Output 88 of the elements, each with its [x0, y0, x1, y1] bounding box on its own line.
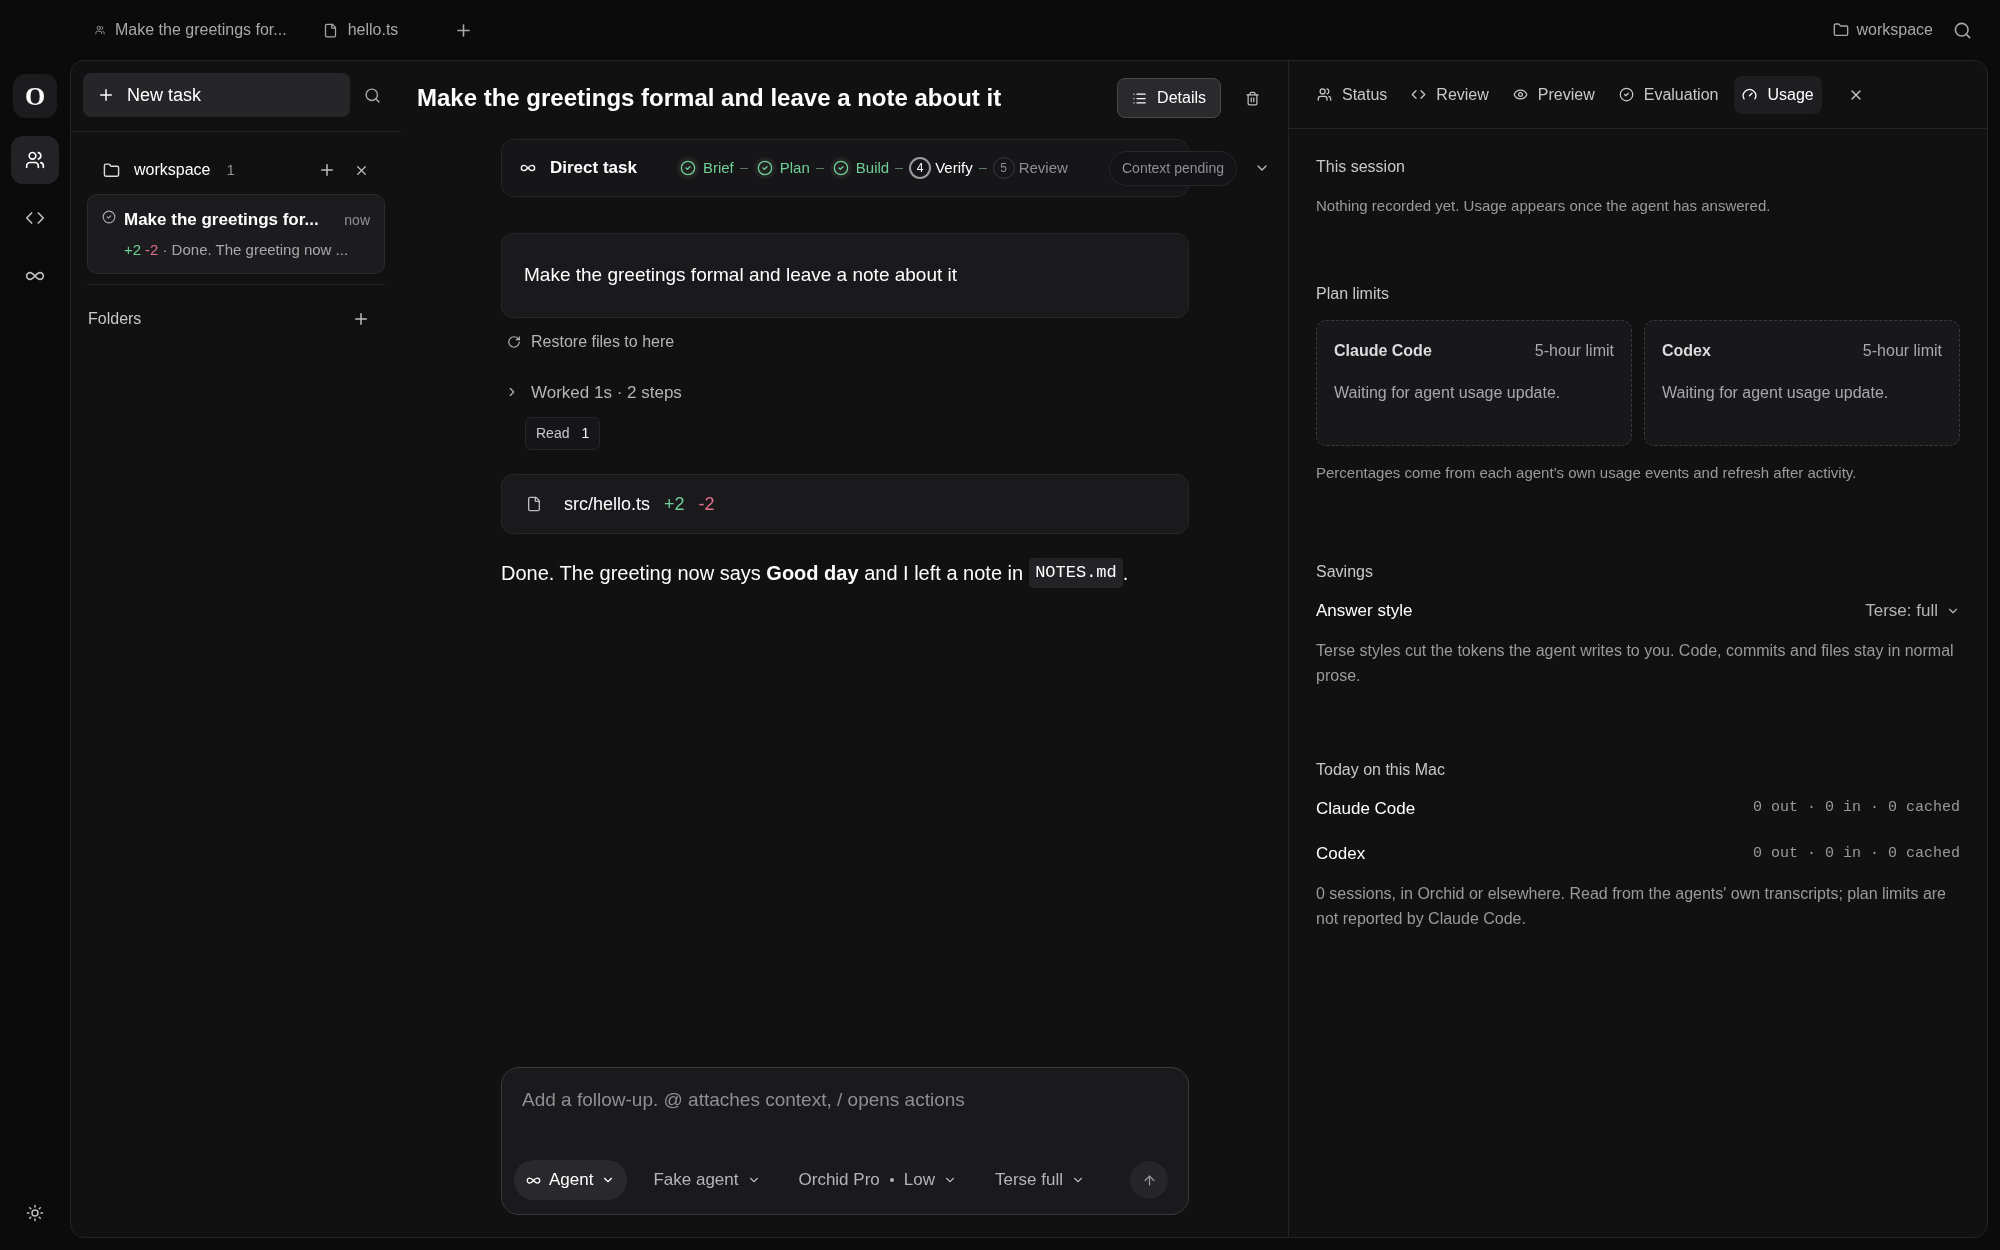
option-dropdown[interactable]: Orchid Pro Low [786, 1160, 969, 1200]
step-label: Plan [779, 157, 810, 178]
limit-window: 5-hour limit [1534, 338, 1614, 363]
task-count: 1 [226, 159, 235, 180]
token-stats: 0 out · 0 in · 0 cached [1752, 798, 1960, 818]
new-task-button[interactable]: New task [83, 73, 350, 117]
workspace-button[interactable]: workspace [1832, 18, 1933, 42]
added-count: +2 [124, 239, 142, 260]
agent-name: Claude Code [1334, 340, 1432, 361]
worked-toggle[interactable]: Worked 1s · 2 steps [505, 379, 682, 405]
inline-code: NOTES.md [1029, 558, 1123, 588]
plus-icon [97, 86, 115, 104]
removed-count: -2 [698, 492, 715, 516]
tool-chip[interactable]: Read 1 [525, 417, 601, 450]
gauge-icon [1742, 87, 1758, 102]
people-icon [1317, 87, 1332, 102]
panel-tab[interactable]: Status [1309, 75, 1396, 114]
file-icon [322, 22, 338, 38]
file-icon [526, 496, 542, 512]
limit-status: Waiting for agent usage update. [1662, 382, 1890, 403]
answer-style-dropdown[interactable]: Terse: full [1865, 598, 1960, 624]
agent-name: Claude Code [1316, 797, 1416, 820]
session-note: Nothing recorded yet. Usage appears once the agent has answered. [1316, 196, 1772, 216]
task-title: Make the greetings for... [124, 209, 319, 231]
panel-tab[interactable]: Evaluation [1610, 75, 1727, 114]
folders-heading: Folders [88, 309, 142, 329]
people-icon [25, 150, 45, 170]
task-item[interactable]: Make the greetings for... now +2 -2 · Done. The greeting now ... [87, 194, 385, 274]
restore-button[interactable]: Restore files to here [507, 329, 675, 354]
follow-up-input[interactable]: Add a follow-up. @ attaches context, / opens actions [514, 1086, 1176, 1115]
task-summary: · Done. The greeting now ... [162, 239, 349, 260]
folder-icon [103, 161, 120, 179]
section-heading: Savings [1316, 562, 1374, 582]
panel-tab[interactable]: Review [1403, 75, 1497, 114]
list-icon [1132, 90, 1148, 106]
task-heading: Make the greetings formal and leave a note about it [417, 83, 1002, 113]
option-dropdown[interactable]: Fake agent [641, 1160, 773, 1200]
savings-note: Terse styles cut the tokens the agent writes to you. Code, commits and files stay in normal prose. [1316, 640, 1955, 686]
trash-icon[interactable] [1245, 90, 1260, 106]
context-status: Context pending [1109, 150, 1237, 186]
step-label: Build [855, 157, 890, 178]
limit-status: Waiting for agent usage update. [1334, 382, 1562, 403]
file-path: src/hello.ts [564, 492, 651, 516]
agent-name: Codex [1316, 843, 1366, 865]
eye-icon [1512, 87, 1528, 102]
file-change-card[interactable]: src/hello.ts +2 -2 [501, 474, 1189, 534]
section-heading: This session [1316, 157, 1406, 177]
step-number: 4 [909, 157, 932, 179]
composer[interactable]: Add a follow-up. @ attaches context, / opens actions Agent Fake agent Orchid Pro Low Terse full [501, 1067, 1189, 1215]
user-message: Make the greetings formal and leave a note about it [501, 233, 1189, 318]
setting-label: Answer style [1316, 600, 1413, 622]
added-count: +2 [664, 492, 685, 516]
theme-icon[interactable] [26, 1204, 44, 1222]
removed-count: -2 [145, 239, 159, 260]
step-label: Verify [935, 157, 973, 178]
section-heading: Today on this Mac [1316, 759, 1446, 780]
check-circle-icon [1618, 87, 1634, 102]
panel-tab[interactable]: Usage [1734, 75, 1822, 114]
limits-note: Percentages come from each agent's own usage events and refresh after activity. [1316, 462, 1858, 483]
check-circle-icon [102, 210, 116, 224]
section-heading: Plan limits [1316, 283, 1390, 304]
panel-tab[interactable]: Preview [1504, 75, 1603, 114]
reply-text: Done. The greeting now says Good day and I left a note in [501, 561, 1024, 586]
people-icon [95, 25, 105, 35]
today-note: 0 sessions, in Orchid or elsewhere. Read from the agents' own transcripts; plan limits are not reported by Claude Code. [1316, 883, 1947, 929]
step-label: Review [1018, 157, 1068, 178]
step-label: Brief [702, 157, 734, 178]
search-icon[interactable] [1953, 20, 1972, 40]
option-dropdown[interactable]: Terse full [982, 1160, 1097, 1200]
code-icon [1411, 87, 1427, 102]
details-button[interactable]: Details [1117, 78, 1221, 118]
mode-dropdown[interactable]: Agent [514, 1160, 628, 1200]
limit-window: 5-hour limit [1862, 338, 1942, 363]
window-tab[interactable]: Make the greetings for... [95, 18, 287, 42]
workspace-name[interactable]: workspace [134, 158, 211, 182]
app-logo[interactable]: O [13, 74, 57, 118]
add-icon[interactable] [318, 161, 336, 179]
folder-icon [1832, 22, 1849, 38]
agent-name: Codex [1662, 340, 1711, 361]
window-tab[interactable]: hello.ts [322, 18, 399, 42]
reply-text: . [1122, 561, 1129, 586]
people-button[interactable] [11, 136, 59, 184]
stepper-title: Direct task [550, 157, 637, 180]
add-icon[interactable] [352, 310, 370, 328]
refresh-icon [507, 334, 521, 349]
token-stats: 0 out · 0 in · 0 cached [1752, 843, 1960, 864]
search-icon[interactable] [364, 86, 381, 104]
task-time: now [344, 211, 370, 230]
